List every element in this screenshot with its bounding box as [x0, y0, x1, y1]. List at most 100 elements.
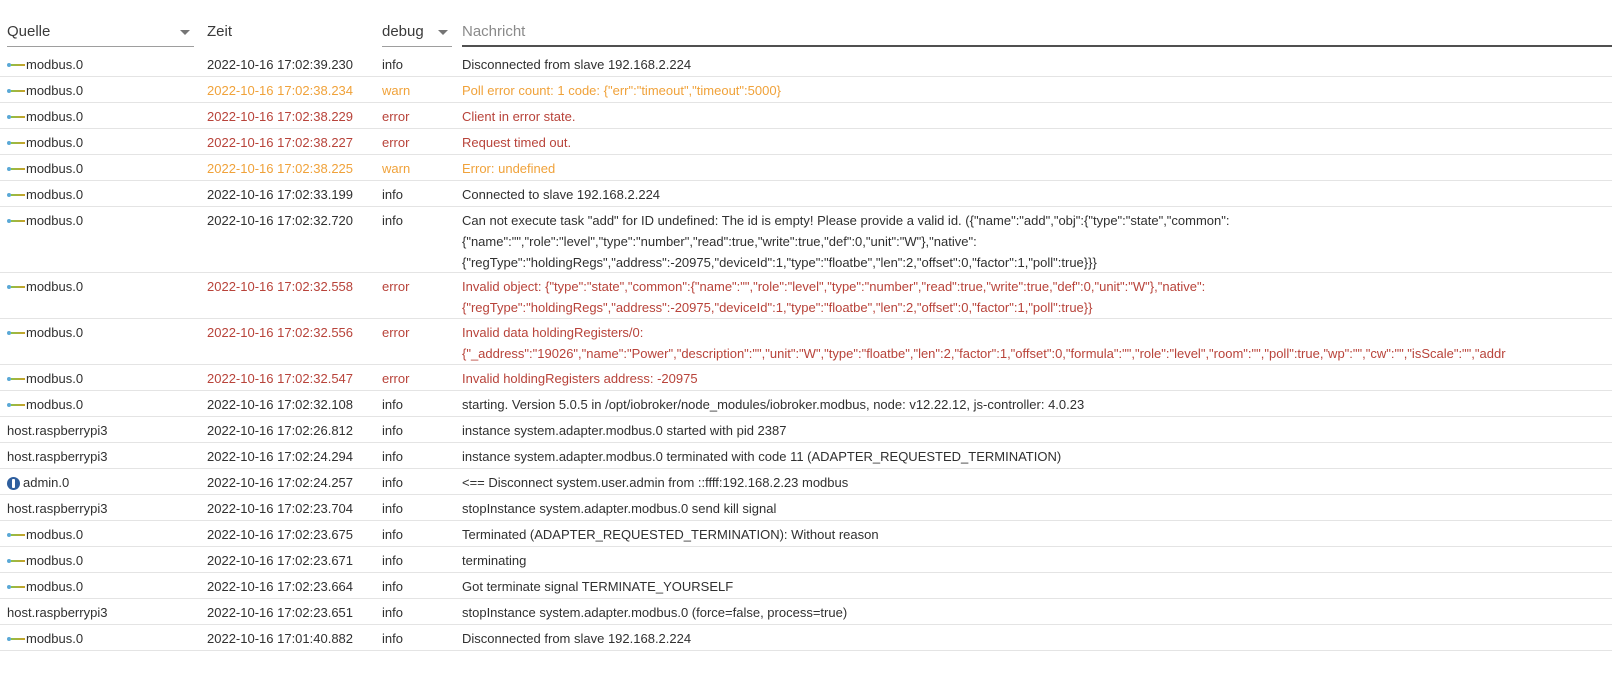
- log-source-label: admin.0: [23, 475, 70, 490]
- log-source: host.raspberrypi3: [7, 422, 197, 440]
- log-message: Poll error count: 1 code: {"err":"timeou…: [462, 80, 781, 101]
- log-time: 2022-10-16 17:02:32.556: [207, 325, 354, 340]
- log-time: 2022-10-16 17:02:23.651: [207, 605, 354, 620]
- log-time: 2022-10-16 17:02:23.671: [207, 553, 354, 568]
- log-time: 2022-10-16 17:02:24.257: [207, 475, 354, 490]
- log-time: 2022-10-16 17:02:38.227: [207, 135, 354, 150]
- log-severity: error: [382, 109, 410, 124]
- log-source-label: modbus.0: [26, 161, 84, 176]
- modbus-adapter-icon: [7, 530, 25, 540]
- log-source-label: host.raspberrypi3: [7, 449, 108, 464]
- log-message: stopInstance system.adapter.modbus.0 sen…: [462, 498, 776, 519]
- log-message-line: stopInstance system.adapter.modbus.0 sen…: [462, 501, 777, 516]
- log-source: modbus.0: [7, 370, 197, 388]
- modbus-adapter-icon: [7, 634, 25, 644]
- log-severity: warn: [382, 83, 411, 98]
- source-filter-underline: [7, 46, 194, 47]
- log-source-label: modbus.0: [26, 83, 84, 98]
- modbus-adapter-icon: [7, 86, 25, 96]
- log-severity: info: [382, 475, 403, 490]
- severity-filter-select[interactable]: debug: [382, 0, 452, 47]
- log-row: modbus.0 2022-10-16 17:02:32.108 info start…: [0, 391, 1612, 417]
- log-source: modbus.0: [7, 82, 197, 100]
- log-message: Request timed out.: [462, 132, 571, 153]
- log-message: Can not execute task "add" for ID undefi…: [462, 210, 1230, 273]
- log-severity: info: [382, 631, 403, 646]
- log-source-label: modbus.0: [26, 279, 84, 294]
- log-source-label: modbus.0: [26, 325, 84, 340]
- log-source-label: modbus.0: [26, 553, 84, 568]
- log-message-line: Invalid data holdingRegisters/0:: [462, 325, 644, 340]
- log-message-line: Connected to slave 192.168.2.224: [462, 187, 661, 202]
- message-filter-underline: [462, 45, 1612, 47]
- log-source: modbus.0: [7, 578, 197, 596]
- log-message-line: {"name":"","role":"level","type":"number…: [462, 234, 977, 249]
- log-source: host.raspberrypi3: [7, 448, 197, 466]
- log-source: modbus.0: [7, 526, 197, 544]
- log-time: 2022-10-16 17:02:24.294: [207, 449, 354, 464]
- log-message: terminating: [462, 550, 526, 571]
- log-message-line: Got terminate signal TERMINATE_YOURSELF: [462, 579, 734, 594]
- log-severity: warn: [382, 161, 411, 176]
- log-message: Disconnected from slave 192.168.2.224: [462, 54, 691, 75]
- log-row: modbus.0 2022-10-16 17:02:38.225 warn Error…: [0, 155, 1612, 181]
- modbus-adapter-icon: [7, 282, 25, 292]
- log-source: modbus.0: [7, 278, 197, 296]
- log-severity: info: [382, 527, 403, 542]
- log-time: 2022-10-16 17:02:38.229: [207, 109, 354, 124]
- log-message-line: Terminated (ADAPTER_REQUESTED_TERMINATIO…: [462, 527, 879, 542]
- log-time: 2022-10-16 17:02:23.704: [207, 501, 354, 516]
- chevron-down-icon[interactable]: [438, 30, 448, 35]
- log-severity: info: [382, 187, 403, 202]
- log-message: stopInstance system.adapter.modbus.0 (fo…: [462, 602, 847, 623]
- modbus-adapter-icon: [7, 400, 25, 410]
- log-row: host.raspberrypi3 2022-10-16 17:02:24.294…: [0, 443, 1612, 469]
- log-message: <== Disconnect system.user.admin from ::…: [462, 472, 848, 493]
- chevron-down-icon[interactable]: [180, 30, 190, 35]
- log-row: modbus.0 2022-10-16 17:02:23.664 info Got t…: [0, 573, 1612, 599]
- log-message: Connected to slave 192.168.2.224: [462, 184, 660, 205]
- modbus-adapter-icon: [7, 112, 25, 122]
- log-message-line: Poll error count: 1 code: {"err":"timeou…: [462, 83, 781, 98]
- log-source-label: modbus.0: [26, 579, 84, 594]
- log-severity: error: [382, 135, 410, 150]
- log-source-label: modbus.0: [26, 57, 84, 72]
- log-row: host.raspberrypi3 2022-10-16 17:02:26.812…: [0, 417, 1612, 443]
- time-column-label: Zeit: [207, 23, 233, 40]
- log-message-line: {"regType":"holdingRegs","address":-2097…: [462, 300, 1093, 315]
- severity-filter-underline: [382, 46, 452, 47]
- modbus-adapter-icon: [7, 60, 25, 70]
- log-severity: info: [382, 605, 403, 620]
- log-message: Client in error state.: [462, 106, 575, 127]
- source-filter-select[interactable]: Quelle: [7, 0, 194, 47]
- modbus-adapter-icon: [7, 556, 25, 566]
- log-row: modbus.0 2022-10-16 17:02:32.720 info Can n…: [0, 207, 1612, 273]
- log-severity: info: [382, 397, 403, 412]
- log-table-body: modbus.0 2022-10-16 17:02:39.230 info Disco…: [0, 51, 1612, 651]
- log-message: Got terminate signal TERMINATE_YOURSELF: [462, 576, 733, 597]
- log-message: starting. Version 5.0.5 in /opt/iobroker…: [462, 394, 1084, 415]
- log-row: modbus.0 2022-10-16 17:02:38.227 error Requ…: [0, 129, 1612, 155]
- severity-filter-label: debug: [382, 23, 424, 40]
- log-message-line: stopInstance system.adapter.modbus.0 (fo…: [462, 605, 848, 620]
- log-source: modbus.0: [7, 324, 197, 342]
- log-row: host.raspberrypi3 2022-10-16 17:02:23.651…: [0, 599, 1612, 625]
- modbus-adapter-icon: [7, 374, 25, 384]
- log-time: 2022-10-16 17:02:32.558: [207, 279, 354, 294]
- log-source-label: modbus.0: [26, 371, 84, 386]
- log-message-line: {"_address":"19026","name":"Power","desc…: [462, 346, 1506, 361]
- modbus-adapter-icon: [7, 216, 25, 226]
- log-row: modbus.0 2022-10-16 17:02:23.675 info Termi…: [0, 521, 1612, 547]
- log-message-line: Disconnected from slave 192.168.2.224: [462, 631, 692, 646]
- log-row: modbus.0 2022-10-16 17:02:32.547 error Inva…: [0, 365, 1612, 391]
- modbus-adapter-icon: [7, 582, 25, 592]
- log-source: modbus.0: [7, 630, 197, 648]
- admin-adapter-icon: [7, 476, 20, 490]
- message-filter-input[interactable]: Nachricht: [462, 0, 1612, 47]
- log-message: Disconnected from slave 192.168.2.224: [462, 628, 691, 649]
- log-source-label: modbus.0: [26, 213, 84, 228]
- log-source-label: host.raspberrypi3: [7, 501, 108, 516]
- log-source-label: modbus.0: [26, 397, 84, 412]
- log-message-line: instance system.adapter.modbus.0 termina…: [462, 449, 1062, 464]
- log-time: 2022-10-16 17:02:32.720: [207, 213, 354, 228]
